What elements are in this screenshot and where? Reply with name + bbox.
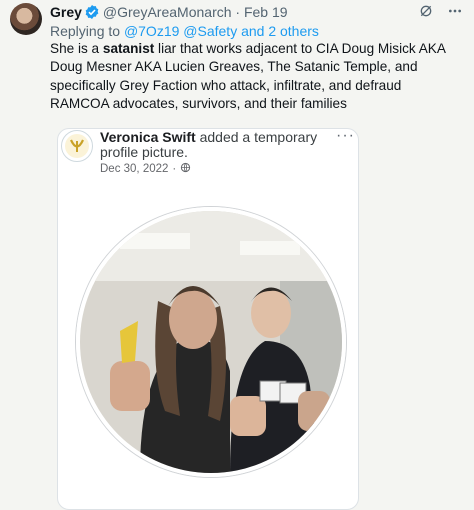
embedded-post-headline: Veronica Swift added a temporary (100, 129, 317, 145)
embedded-author[interactable]: Veronica Swift (100, 129, 196, 145)
profile-photo[interactable] (76, 207, 346, 477)
embedded-date-row: Dec 30, 2022 · (100, 162, 191, 176)
embedded-post-card[interactable]: Veronica Swift added a temporary profile… (57, 128, 359, 510)
tweet-date[interactable]: Feb 19 (244, 4, 288, 20)
tweet-text-bold: satanist (102, 41, 155, 56)
tweet-header: Grey @GreyAreaMonarch · Feb 19 (50, 3, 464, 21)
grok-icon[interactable] (418, 3, 434, 23)
replying-targets[interactable]: @7Oz19 @Safety and 2 others (124, 23, 319, 39)
separator-dot: · (235, 4, 241, 20)
more-icon[interactable] (446, 3, 464, 23)
embedded-action: added a temporary (199, 129, 318, 145)
header-actions (418, 3, 464, 23)
embedded-date[interactable]: Dec 30, 2022 (100, 163, 168, 175)
embedded-action-cont: profile picture. (100, 144, 188, 160)
separator-dot: · (172, 163, 177, 175)
verified-badge-icon (84, 4, 100, 24)
card-more-icon[interactable]: ··· (336, 129, 355, 145)
tweet-text: She is a satanist liar that works adjace… (50, 40, 462, 114)
globe-icon (180, 162, 191, 176)
avatar[interactable] (10, 3, 42, 35)
tweet-text-part: She is a (50, 41, 103, 56)
handle[interactable]: @GreyAreaMonarch (103, 4, 232, 20)
emblem-icon (61, 130, 93, 162)
replying-prefix: Replying to (50, 23, 121, 39)
replying-to: Replying to @7Oz19 @Safety and 2 others (50, 22, 319, 40)
display-name[interactable]: Grey (50, 4, 82, 20)
